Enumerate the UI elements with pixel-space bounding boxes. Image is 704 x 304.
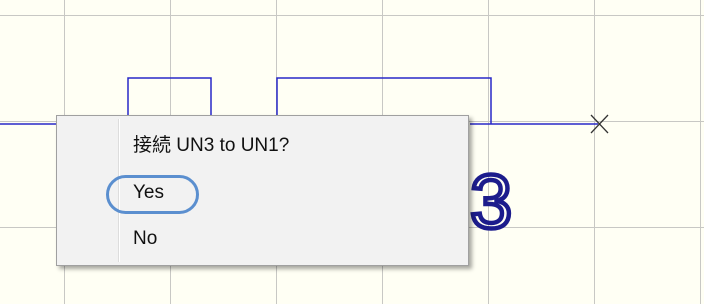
connect-prompt-label: 接続 UN3 to UN1? <box>133 135 290 156</box>
yes-menu-item[interactable]: Yes <box>60 174 465 212</box>
connect-confirm-menu: 接続 UN3 to UN1? Yes No <box>56 115 469 266</box>
component-designator-fragment: 3 <box>470 160 512 245</box>
no-menu-item[interactable]: No <box>60 220 465 258</box>
component-pin-outline-left[interactable] <box>127 77 212 116</box>
schematic-canvas[interactable]: 3 接続 UN3 to UN1? Yes No <box>0 0 704 304</box>
